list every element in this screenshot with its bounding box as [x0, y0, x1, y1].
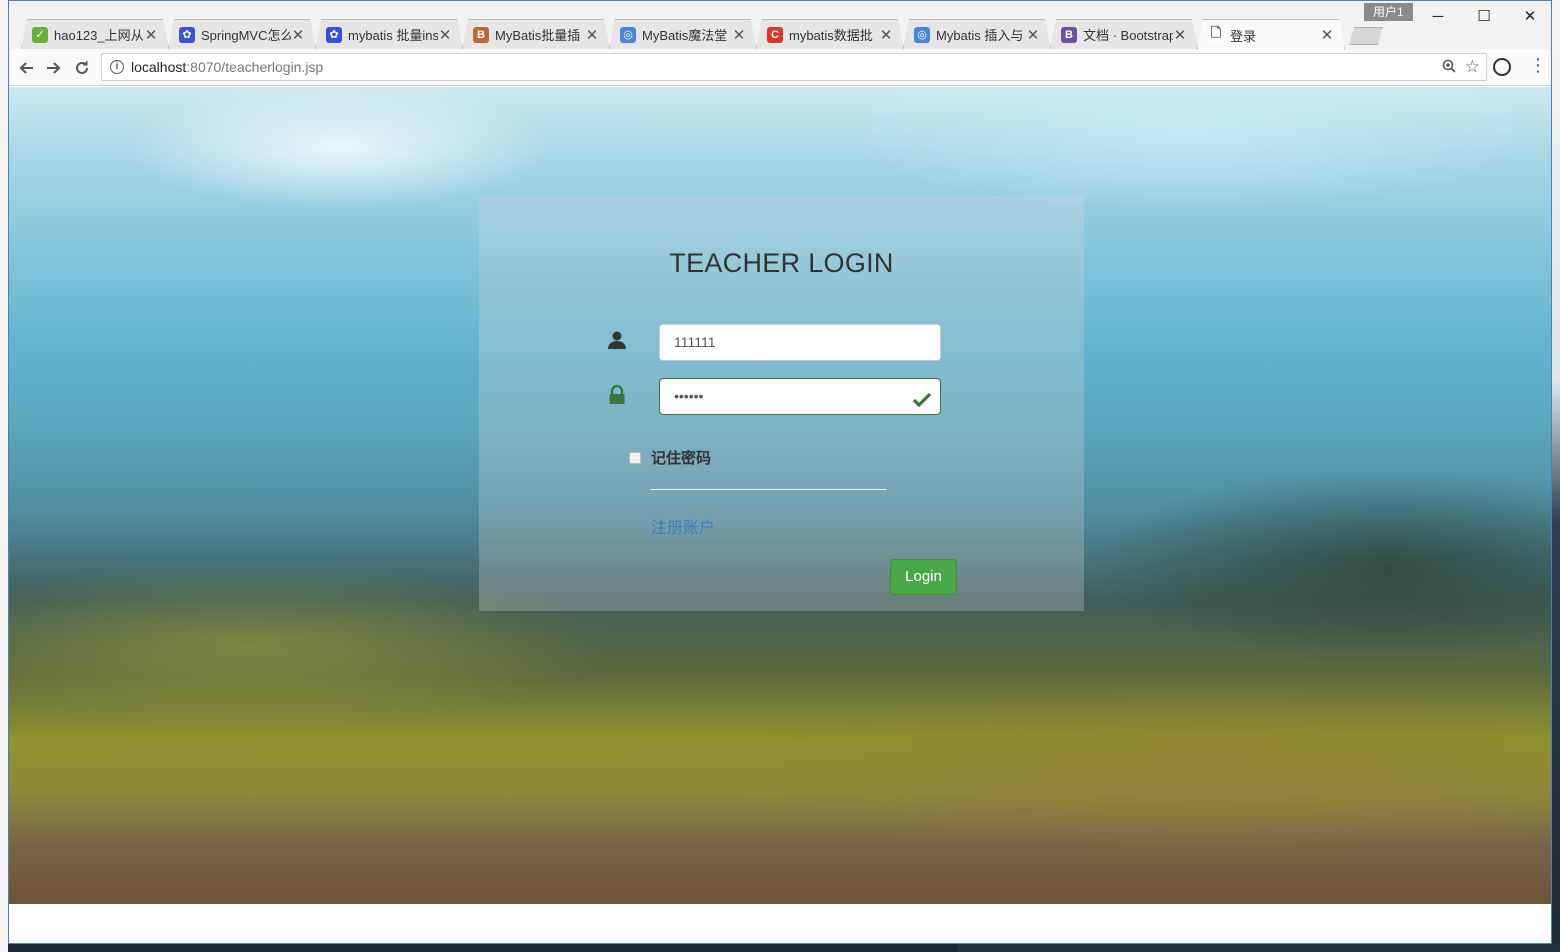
- password-input[interactable]: ••••••: [659, 378, 941, 415]
- bootstrap-icon: B: [1061, 27, 1077, 43]
- close-window-button[interactable]: ✕: [1507, 1, 1551, 31]
- tab-title: hao123_上网从: [54, 28, 144, 43]
- baidu-paw-icon: ✿: [326, 27, 342, 43]
- close-tab-icon[interactable]: ✕: [291, 26, 305, 44]
- tab-title: MyBatis魔法堂: [642, 28, 728, 43]
- back-button[interactable]: [13, 55, 39, 81]
- extension-icon[interactable]: [1493, 58, 1511, 76]
- tab-title: MyBatis批量插: [495, 28, 581, 43]
- cnblogs-icon: ◎: [620, 27, 636, 43]
- page-icon: 🗋: [1208, 27, 1224, 43]
- forward-arrow-icon: [47, 62, 61, 74]
- close-tab-icon[interactable]: ✕: [144, 26, 158, 44]
- csdn-icon: C: [767, 27, 783, 43]
- browser-window: ✓ hao123_上网从 ✕ ✿ SpringMVC怎么 ✕ ✿ mybatis 批量ins ✕…: [8, 0, 1552, 944]
- address-bar[interactable]: i localhost:8070/teacherlogin.jsp ☆: [101, 53, 1487, 81]
- tab-strip: ✓ hao123_上网从 ✕ ✿ SpringMVC怎么 ✕ ✿ mybatis 批量ins ✕…: [9, 1, 1551, 49]
- desktop-left-edge: [0, 0, 8, 952]
- close-tab-icon[interactable]: ✕: [1320, 26, 1334, 44]
- checkmark-icon: [912, 387, 932, 422]
- close-tab-icon[interactable]: ✕: [1173, 26, 1187, 44]
- remember-label: 记住密码: [651, 450, 712, 467]
- browser-tab[interactable]: ✿ mybatis 批量ins ✕: [315, 19, 463, 49]
- close-tab-icon[interactable]: ✕: [438, 26, 452, 44]
- browser-tab[interactable]: ✿ SpringMVC怎么 ✕: [168, 19, 316, 49]
- login-panel: TEACHER LOGIN 111111 •••••• 记住密码 注册账户 Lo…: [479, 196, 1084, 611]
- tabs-container: ✓ hao123_上网从 ✕ ✿ SpringMVC怎么 ✕ ✿ mybatis 批量ins ✕…: [21, 19, 1383, 49]
- cnblogs-icon: ◎: [914, 27, 930, 43]
- browser-tab[interactable]: ◎ MyBatis魔法堂 ✕: [609, 19, 757, 49]
- url-path: :8070/teacherlogin.jsp: [186, 59, 324, 75]
- menu-icon[interactable]: ⋮: [1529, 55, 1547, 76]
- browser-tab[interactable]: 🗋 登录 ✕: [1197, 19, 1345, 50]
- tab-title: 登录: [1230, 28, 1257, 44]
- user-icon: [607, 330, 627, 352]
- tab-title: mybatis数据批: [789, 28, 873, 43]
- browser-tab[interactable]: ◎ Mybatis 插入与 ✕: [903, 19, 1051, 49]
- maximize-button[interactable]: ☐: [1461, 1, 1507, 31]
- browser-tab[interactable]: ✓ hao123_上网从 ✕: [21, 19, 169, 49]
- divider: [651, 489, 886, 490]
- desktop-right-edge: [1552, 0, 1560, 952]
- register-link[interactable]: 注册账户: [651, 514, 715, 538]
- login-title: TEACHER LOGIN: [669, 248, 894, 278]
- tab-title: 文档 · Bootstrap: [1083, 28, 1173, 43]
- tab-title: mybatis 批量ins: [348, 28, 438, 43]
- desktop-bottom-edge: [958, 944, 1560, 952]
- url-host: localhost: [131, 59, 187, 75]
- close-tab-icon[interactable]: ✕: [879, 26, 893, 44]
- reload-button[interactable]: [69, 55, 95, 81]
- browser-tab[interactable]: B MyBatis批量插 ✕: [462, 19, 610, 49]
- minimize-button[interactable]: ─: [1415, 1, 1461, 31]
- bookmark-star-icon[interactable]: ☆: [1465, 57, 1480, 77]
- zoom-icon[interactable]: [1442, 59, 1456, 76]
- remember-checkbox[interactable]: [629, 451, 641, 464]
- password-value: ••••••: [674, 388, 704, 404]
- page-footer: [9, 904, 1551, 943]
- baidu-paw-icon: ✿: [179, 27, 195, 43]
- browser-tab[interactable]: B 文档 · Bootstrap ✕: [1050, 19, 1198, 49]
- tab-title: Mybatis 插入与: [936, 28, 1024, 43]
- reload-icon: [76, 61, 88, 74]
- forward-button[interactable]: [41, 55, 67, 81]
- new-tab-button[interactable]: [1349, 27, 1383, 45]
- login-button[interactable]: Login: [890, 559, 957, 595]
- browser-tab[interactable]: Cmybatis数据批 ✕: [756, 19, 904, 49]
- remember-password[interactable]: 记住密码: [629, 447, 711, 468]
- tab-title: SpringMVC怎么: [201, 28, 291, 43]
- hao123-icon: ✓: [32, 27, 48, 43]
- jb-icon: B: [473, 27, 489, 43]
- close-tab-icon[interactable]: ✕: [585, 26, 599, 44]
- lock-icon: [608, 384, 628, 407]
- close-tab-icon[interactable]: ✕: [1026, 26, 1040, 44]
- page-background: TEACHER LOGIN 111111 •••••• 记住密码 注册账户 Lo…: [9, 87, 1551, 904]
- username-input[interactable]: 111111: [659, 324, 941, 361]
- info-icon[interactable]: i: [110, 60, 124, 74]
- toolbar: i localhost:8070/teacherlogin.jsp ☆ ⋮: [9, 49, 1551, 86]
- back-arrow-icon: [19, 62, 33, 74]
- profile-badge[interactable]: 用户1: [1364, 3, 1413, 21]
- close-tab-icon[interactable]: ✕: [732, 26, 746, 44]
